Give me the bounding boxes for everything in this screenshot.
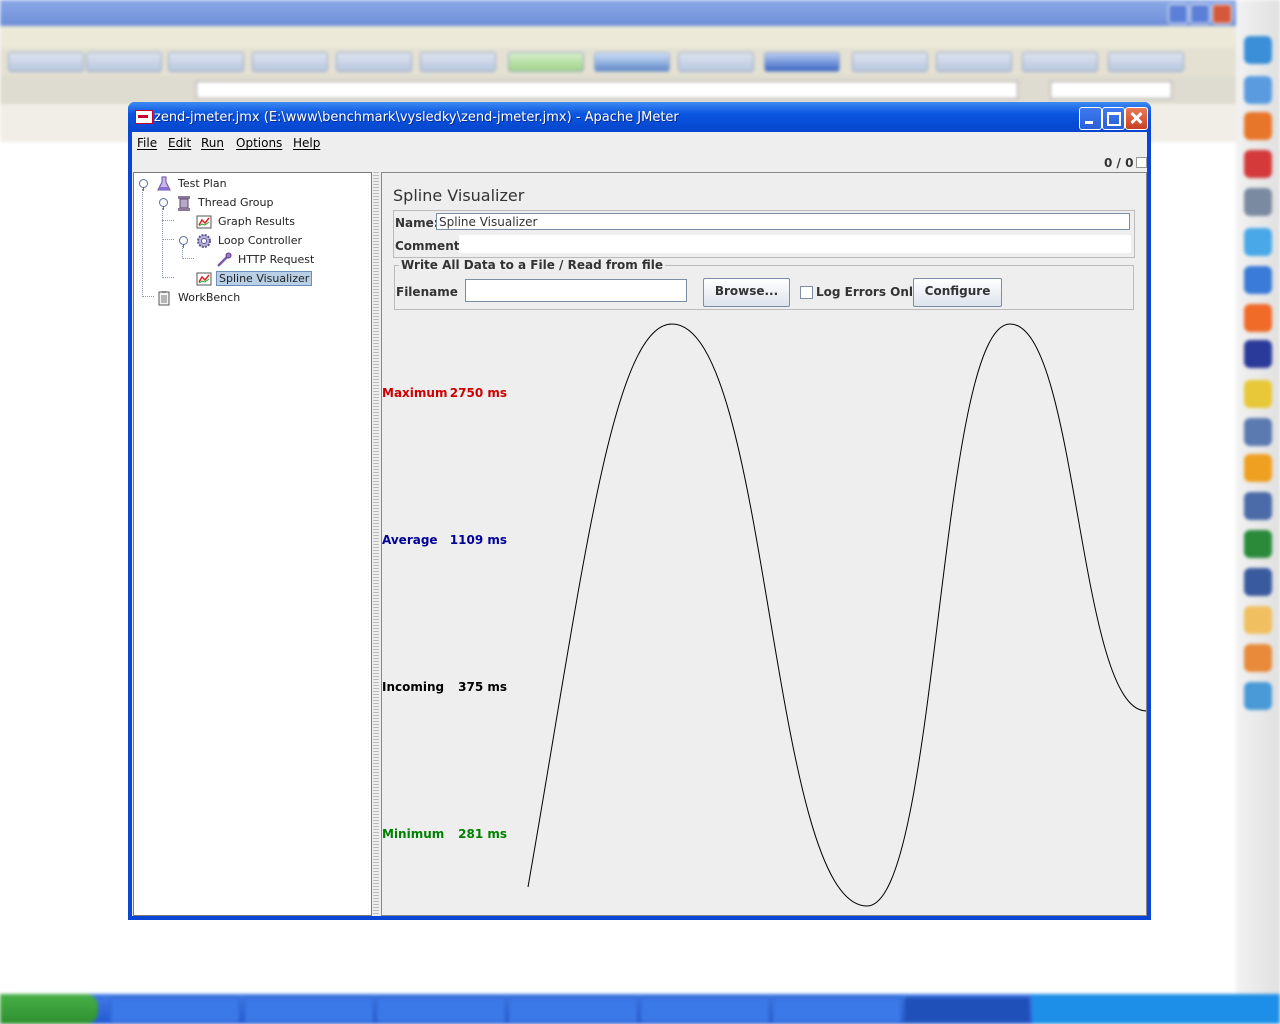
- tree-collapse-test-plan[interactable]: [139, 179, 148, 191]
- browser-menubar: [0, 26, 1236, 48]
- taskbar: [0, 994, 1280, 1024]
- tree-label-graph-results: Graph Results: [218, 215, 295, 228]
- gear-icon: [197, 234, 211, 248]
- spline-visualizer-panel: Spline Visualizer Name: Comments: Write …: [381, 172, 1147, 916]
- tree-label-spline-visualizer: Spline Visualizer: [216, 271, 313, 286]
- pipette-icon: [217, 252, 232, 267]
- window-title: zend-jmeter.jmx (E:\www\benchmark\vysled…: [154, 110, 679, 125]
- menu-options[interactable]: Options: [236, 136, 282, 150]
- tree-collapse-thread-group[interactable]: [159, 198, 168, 210]
- log-errors-label: Log Errors Only: [816, 285, 921, 299]
- spline-curve: [527, 323, 1146, 907]
- browser-close-button: [1212, 4, 1232, 24]
- panel-title: Spline Visualizer: [393, 186, 525, 205]
- menu-file[interactable]: File: [137, 136, 157, 150]
- spline-chart: Maximum 2750 ms Average 1109 ms Incoming…: [382, 319, 1146, 915]
- tree-label-http-request: HTTP Request: [238, 253, 315, 266]
- browser-maximize-button: [1190, 4, 1210, 24]
- tree-label-thread-group: Thread Group: [198, 196, 274, 209]
- menu-help[interactable]: Help: [293, 136, 320, 150]
- thread-counter: 0 / 0: [1104, 156, 1134, 170]
- tree-label-workbench: WorkBench: [178, 291, 241, 304]
- file-group-title: Write All Data to a File / Read from fil…: [399, 258, 666, 272]
- start-button: [0, 994, 98, 1024]
- spool-icon: [178, 196, 190, 211]
- tree-label-loop-controller: Loop Controller: [218, 234, 302, 247]
- status-indicator: [1136, 157, 1147, 168]
- browser-title-bar: [0, 0, 1236, 26]
- test-plan-tree[interactable]: Test Plan Thread Group Graph Results Loo…: [133, 172, 372, 916]
- side-dock: [1236, 0, 1280, 994]
- minimize-button[interactable]: [1079, 107, 1102, 130]
- flask-icon: [157, 176, 171, 191]
- graph-icon: [196, 215, 212, 229]
- filename-label: Filename: [396, 285, 458, 299]
- menubar: File Edit Run Options Help: [132, 132, 1147, 154]
- name-input[interactable]: [436, 213, 1130, 230]
- menu-run[interactable]: Run: [201, 136, 224, 150]
- log-errors-checkbox[interactable]: [800, 286, 813, 299]
- menu-edit[interactable]: Edit: [168, 136, 191, 150]
- maximize-button[interactable]: [1102, 107, 1125, 130]
- pane-splitter[interactable]: [373, 172, 379, 914]
- filename-input[interactable]: [465, 279, 687, 302]
- browser-address-bar: [0, 76, 1236, 104]
- tree-collapse-loop-controller[interactable]: [179, 236, 188, 248]
- jmeter-app-icon: [135, 110, 153, 124]
- file-output-group: Write All Data to a File / Read from fil…: [394, 258, 1134, 310]
- clipboard-icon: [158, 291, 170, 306]
- name-label: Name:: [395, 216, 439, 230]
- system-tray: [1032, 994, 1280, 1024]
- browser-tabs: [0, 48, 1236, 76]
- browser-minimize-button: [1168, 4, 1188, 24]
- spline-curve-plot: [527, 323, 1146, 907]
- close-button[interactable]: [1125, 107, 1148, 130]
- jmeter-title-bar[interactable]: zend-jmeter.jmx (E:\www\benchmark\vysled…: [128, 102, 1151, 132]
- graph-icon: [196, 272, 212, 286]
- browse-button[interactable]: Browse...: [703, 278, 790, 307]
- jmeter-window: zend-jmeter.jmx (E:\www\benchmark\vysled…: [128, 102, 1151, 920]
- tree-label-test-plan: Test Plan: [178, 177, 227, 190]
- name-comments-group: Name: Comments:: [393, 210, 1135, 258]
- jmeter-client-area: File Edit Run Options Help 0 / 0 Test Pl…: [132, 132, 1147, 916]
- configure-button[interactable]: Configure: [913, 278, 1002, 307]
- comments-input[interactable]: [459, 235, 1131, 253]
